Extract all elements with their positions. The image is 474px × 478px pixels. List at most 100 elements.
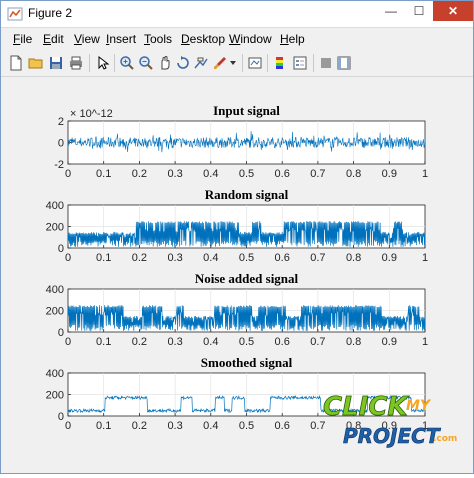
- save-icon[interactable]: [47, 54, 65, 72]
- print-icon[interactable]: [67, 54, 85, 72]
- x-tick-label: 0.3: [167, 168, 182, 180]
- plot-4-title: Smoothed signal: [201, 355, 293, 370]
- pan-icon[interactable]: [156, 54, 174, 72]
- x-tick-label: 0.9: [382, 336, 397, 348]
- plot-2-title: Random signal: [205, 187, 289, 202]
- x-tick-label: 1: [422, 336, 428, 348]
- y-tick-label: 200: [46, 390, 64, 402]
- y-tick-label: 0: [58, 243, 64, 255]
- x-tick-label: 0: [65, 252, 71, 264]
- x-tick-label: 0.7: [310, 252, 325, 264]
- x-tick-label: 0.5: [239, 336, 254, 348]
- x-tick-label: 0.8: [346, 336, 361, 348]
- brush-icon[interactable]: [211, 54, 229, 72]
- menu-view[interactable]: View: [74, 32, 100, 46]
- legend-icon[interactable]: [291, 54, 309, 72]
- x-tick-label: 1: [422, 168, 428, 180]
- x-tick-label: 0.8: [346, 168, 361, 180]
- link-plot-icon[interactable]: [246, 54, 264, 72]
- plot-1-title: Input signal: [213, 103, 280, 118]
- matlab-figure-icon: [7, 7, 23, 21]
- x-tick-label: 0.4: [203, 168, 218, 180]
- x-tick-label: 0.6: [275, 336, 290, 348]
- toolbar-separator: [89, 54, 90, 72]
- x-tick-label: 0.4: [203, 336, 218, 348]
- chevron-down-icon[interactable]: [229, 54, 237, 72]
- close-button[interactable]: ✕: [433, 1, 473, 21]
- x-tick-label: 1: [422, 252, 428, 264]
- x-tick-label: 0.1: [96, 168, 111, 180]
- x-tick-label: 0.2: [132, 336, 147, 348]
- y-tick-label: 200: [46, 222, 64, 234]
- menu-help[interactable]: Help: [280, 32, 305, 46]
- select-arrow-icon[interactable]: [94, 54, 112, 72]
- y-tick-label: 2: [58, 116, 64, 128]
- x-tick-label: 0: [65, 336, 71, 348]
- x-tick-label: 0.2: [132, 252, 147, 264]
- toolbar-separator: [267, 54, 268, 72]
- x-tick-label: 0.4: [203, 252, 218, 264]
- open-file-icon[interactable]: [27, 54, 45, 72]
- x-tick-label: 0.3: [167, 420, 182, 432]
- x-tick-label: 0.3: [167, 336, 182, 348]
- x-tick-label: 0.2: [132, 168, 147, 180]
- y-tick-label: 400: [46, 368, 64, 380]
- y-exponent-label: × 10^-12: [70, 108, 113, 120]
- x-tick-label: 0.9: [382, 168, 397, 180]
- x-tick-label: 0.6: [275, 168, 290, 180]
- menu-tools[interactable]: Tools: [144, 32, 172, 46]
- x-tick-label: 0.1: [96, 420, 111, 432]
- toolbar-separator: [242, 54, 243, 72]
- menu-insert[interactable]: Insert: [106, 32, 136, 46]
- x-tick-label: 0.5: [239, 168, 254, 180]
- x-tick-label: 0.5: [239, 420, 254, 432]
- x-tick-label: 0.2: [132, 420, 147, 432]
- figure-window: Figure 2 — ☐ ✕ File Edit View Insert Tools De…: [0, 0, 474, 474]
- y-tick-label: 0: [58, 138, 64, 150]
- x-tick-label: 0.9: [382, 252, 397, 264]
- new-figure-icon[interactable]: [7, 54, 25, 72]
- clickmyproject-logo: CLICKMY PROJECT.com: [323, 392, 458, 449]
- zoom-in-icon[interactable]: [118, 54, 136, 72]
- x-tick-label: 0: [65, 420, 71, 432]
- title-bar: Figure 2 — ☐ ✕: [1, 1, 473, 28]
- figure-canvas: Input signal 0 0.1 0.2 0.3 0.4 0.5 0.6 0.7 0.8 0.9…: [1, 77, 473, 473]
- logo-word-my: MY: [406, 398, 432, 414]
- menu-file[interactable]: File: [13, 32, 32, 46]
- menu-window[interactable]: Window: [229, 32, 272, 46]
- logo-word-click: CLICK: [323, 392, 409, 422]
- x-tick-label: 0.5: [239, 252, 254, 264]
- x-tick-label: 0.7: [310, 336, 325, 348]
- hide-plot-tools-icon[interactable]: [317, 54, 335, 72]
- y-tick-label: 0: [58, 411, 64, 423]
- figure-toolbar: [1, 50, 473, 77]
- x-tick-label: 0.3: [167, 252, 182, 264]
- x-tick-label: 0.1: [96, 252, 111, 264]
- x-tick-label: 0.8: [346, 252, 361, 264]
- minimize-button[interactable]: —: [377, 1, 405, 21]
- show-plot-tools-icon[interactable]: [335, 54, 353, 72]
- plot-3-title: Noise added signal: [195, 271, 299, 286]
- menu-bar: File Edit View Insert Tools Desktop Window Help: [1, 29, 473, 49]
- toolbar-separator: [114, 54, 115, 72]
- menu-edit[interactable]: Edit: [43, 32, 64, 46]
- data-cursor-icon[interactable]: [192, 54, 210, 72]
- zoom-out-icon[interactable]: [137, 54, 155, 72]
- window-title: Figure 2: [28, 6, 73, 20]
- menu-desktop[interactable]: Desktop: [181, 32, 225, 46]
- logo-word-project: PROJECT: [343, 424, 441, 448]
- x-tick-label: 0.6: [275, 252, 290, 264]
- plots-area: Input signal 0 0.1 0.2 0.3 0.4 0.5 0.6 0.7 0.8 0.9…: [46, 103, 458, 449]
- x-tick-label: 0.4: [203, 420, 218, 432]
- y-tick-label: -2: [54, 159, 64, 171]
- x-tick-label: 0.6: [275, 420, 290, 432]
- rotate-3d-icon[interactable]: [174, 54, 192, 72]
- x-tick-label: 0: [65, 168, 71, 180]
- x-tick-label: 0.7: [310, 168, 325, 180]
- y-tick-label: 400: [46, 284, 64, 296]
- colorbar-icon[interactable]: [271, 54, 289, 72]
- x-tick-label: 0.1: [96, 336, 111, 348]
- y-tick-label: 400: [46, 200, 64, 212]
- maximize-button[interactable]: ☐: [405, 1, 433, 21]
- y-tick-label: 0: [58, 327, 64, 339]
